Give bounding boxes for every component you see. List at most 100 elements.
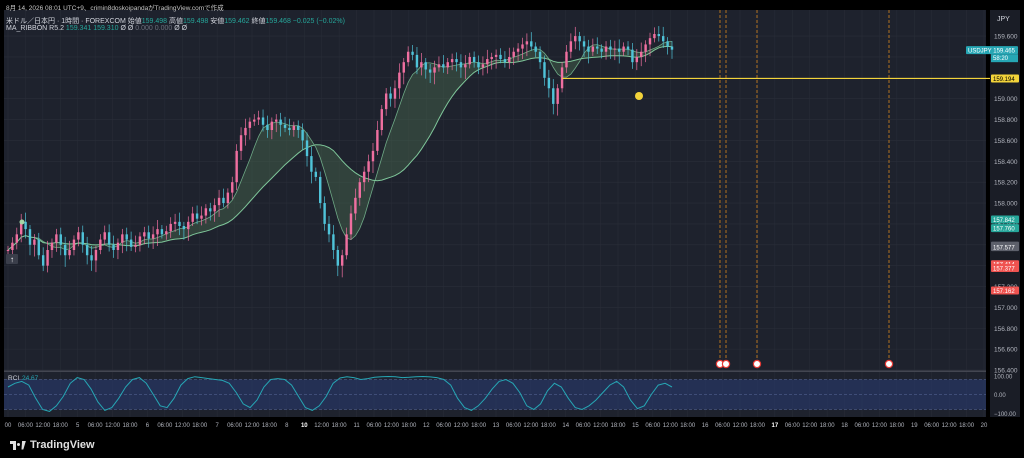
candle-body — [464, 64, 467, 68]
candle-body — [239, 135, 243, 151]
candle-body — [406, 51, 410, 63]
candle-body — [398, 72, 401, 89]
candle-body — [332, 234, 335, 250]
candle-body — [275, 119, 278, 122]
currency-label: JPY — [997, 16, 1010, 23]
event-flag-icon — [884, 359, 894, 369]
time-tick-label: 12:00 — [454, 423, 470, 429]
tradingview-logo: TradingView — [10, 439, 95, 451]
low-value: 159.462 — [224, 18, 250, 25]
candle-body — [292, 125, 296, 130]
time-tick-label: 06:00 — [854, 423, 870, 429]
candle-body — [266, 124, 269, 130]
rci-label: RCI — [8, 375, 19, 382]
candle-body — [46, 250, 49, 266]
time-tick-label: 06:00 — [366, 423, 382, 429]
candle-body — [420, 62, 423, 68]
low-label: 安値 — [210, 18, 225, 25]
candle-body — [604, 46, 608, 52]
candle-body — [384, 93, 388, 110]
price-label-text: 157.760 — [993, 227, 1015, 233]
candle-body — [257, 117, 260, 120]
candle-body — [389, 93, 392, 99]
candle-body — [371, 150, 375, 162]
candle-body — [345, 234, 348, 256]
price-chart[interactable]: 159.600159.400159.200159.000158.800158.6… — [0, 0, 1024, 458]
plot-background — [4, 10, 986, 417]
up-arrow-icon: ↑ — [10, 255, 14, 264]
candle-body — [367, 161, 370, 172]
time-tick-label: 06:00 — [645, 423, 661, 429]
candle-body — [613, 48, 617, 50]
open-value: 159.498 — [141, 18, 168, 25]
candle-body — [411, 51, 414, 55]
emoji-marker-icon — [635, 92, 643, 100]
candle-body — [648, 38, 652, 45]
price-tick-label: 158.200 — [994, 180, 1018, 187]
time-tick-label: 20 — [981, 423, 988, 429]
tradingview-brand: TradingView — [30, 439, 95, 451]
candle-body — [310, 156, 313, 172]
ma-ribbon-legend[interactable]: MA_RIBBON R5.2 159.341 159.310 Ø Ø 0.000… — [6, 25, 187, 32]
candle-body — [661, 36, 665, 42]
high-value: 159.498 — [183, 18, 209, 25]
time-tick-label: 18:00 — [471, 423, 487, 429]
candle-body — [103, 232, 106, 240]
candle-body — [182, 226, 186, 230]
candle-body — [358, 182, 361, 198]
time-tick-label: 18:00 — [680, 423, 696, 429]
price-label-text: 159.194 — [993, 77, 1015, 83]
candle-body — [455, 59, 458, 63]
time-tick-label: 00 — [5, 423, 12, 429]
candle-body — [195, 213, 199, 219]
candle-body — [596, 46, 599, 49]
high-label: 高値 — [169, 18, 183, 25]
candle-body — [200, 215, 203, 219]
candle-body — [156, 229, 159, 235]
candle-body — [538, 51, 542, 63]
time-tick-label: 18:00 — [53, 423, 69, 429]
candle-body — [151, 234, 155, 239]
snapshot-caption: 8月 14, 2026 08:01 UTC+9、crimin8doskoipan… — [6, 5, 224, 12]
time-tick-label: 18 — [841, 423, 848, 429]
ma-value-2: 159.310 — [93, 25, 119, 32]
candle-body — [428, 69, 432, 73]
candle-body — [424, 62, 427, 70]
rci-tick-label: 100.00 — [994, 374, 1013, 380]
candle-body — [125, 234, 128, 240]
candle-body — [354, 197, 357, 214]
candle-body — [433, 67, 436, 73]
candle-body — [169, 223, 172, 232]
time-tick-label: 12:00 — [593, 423, 609, 429]
candle-body — [446, 62, 449, 68]
candle-body — [653, 34, 656, 39]
candle-body — [481, 64, 485, 68]
candle-body — [283, 124, 287, 128]
candle-body — [670, 46, 674, 50]
ma-value-7: Ø — [174, 25, 180, 32]
candle-body — [231, 182, 234, 193]
candle-body — [626, 46, 630, 50]
candle-body — [314, 171, 318, 177]
time-tick-label: 19 — [911, 423, 918, 429]
open-label: 始値 — [127, 18, 142, 25]
time-tick-label: 16 — [702, 423, 709, 429]
candle-body — [253, 119, 256, 122]
time-tick-label: 12 — [423, 423, 430, 429]
time-tick-label: 12:00 — [942, 423, 958, 429]
candle-body — [508, 56, 511, 63]
candle-body — [68, 250, 71, 256]
candle-body — [99, 239, 102, 250]
time-tick-label: 12:00 — [105, 423, 121, 429]
tradingview-logo-icon — [10, 440, 26, 450]
candle-body — [143, 232, 146, 237]
time-tick-label: 12:00 — [314, 423, 330, 429]
candle-body — [261, 117, 265, 125]
candle-body — [323, 203, 326, 224]
time-tick-label: 18:00 — [820, 423, 836, 429]
candle-body — [147, 232, 150, 239]
candle-body — [340, 255, 344, 266]
candle-body — [516, 48, 520, 52]
candle-body — [15, 234, 19, 243]
chart-frame: 159.600159.400159.200159.000158.800158.6… — [0, 0, 1024, 458]
